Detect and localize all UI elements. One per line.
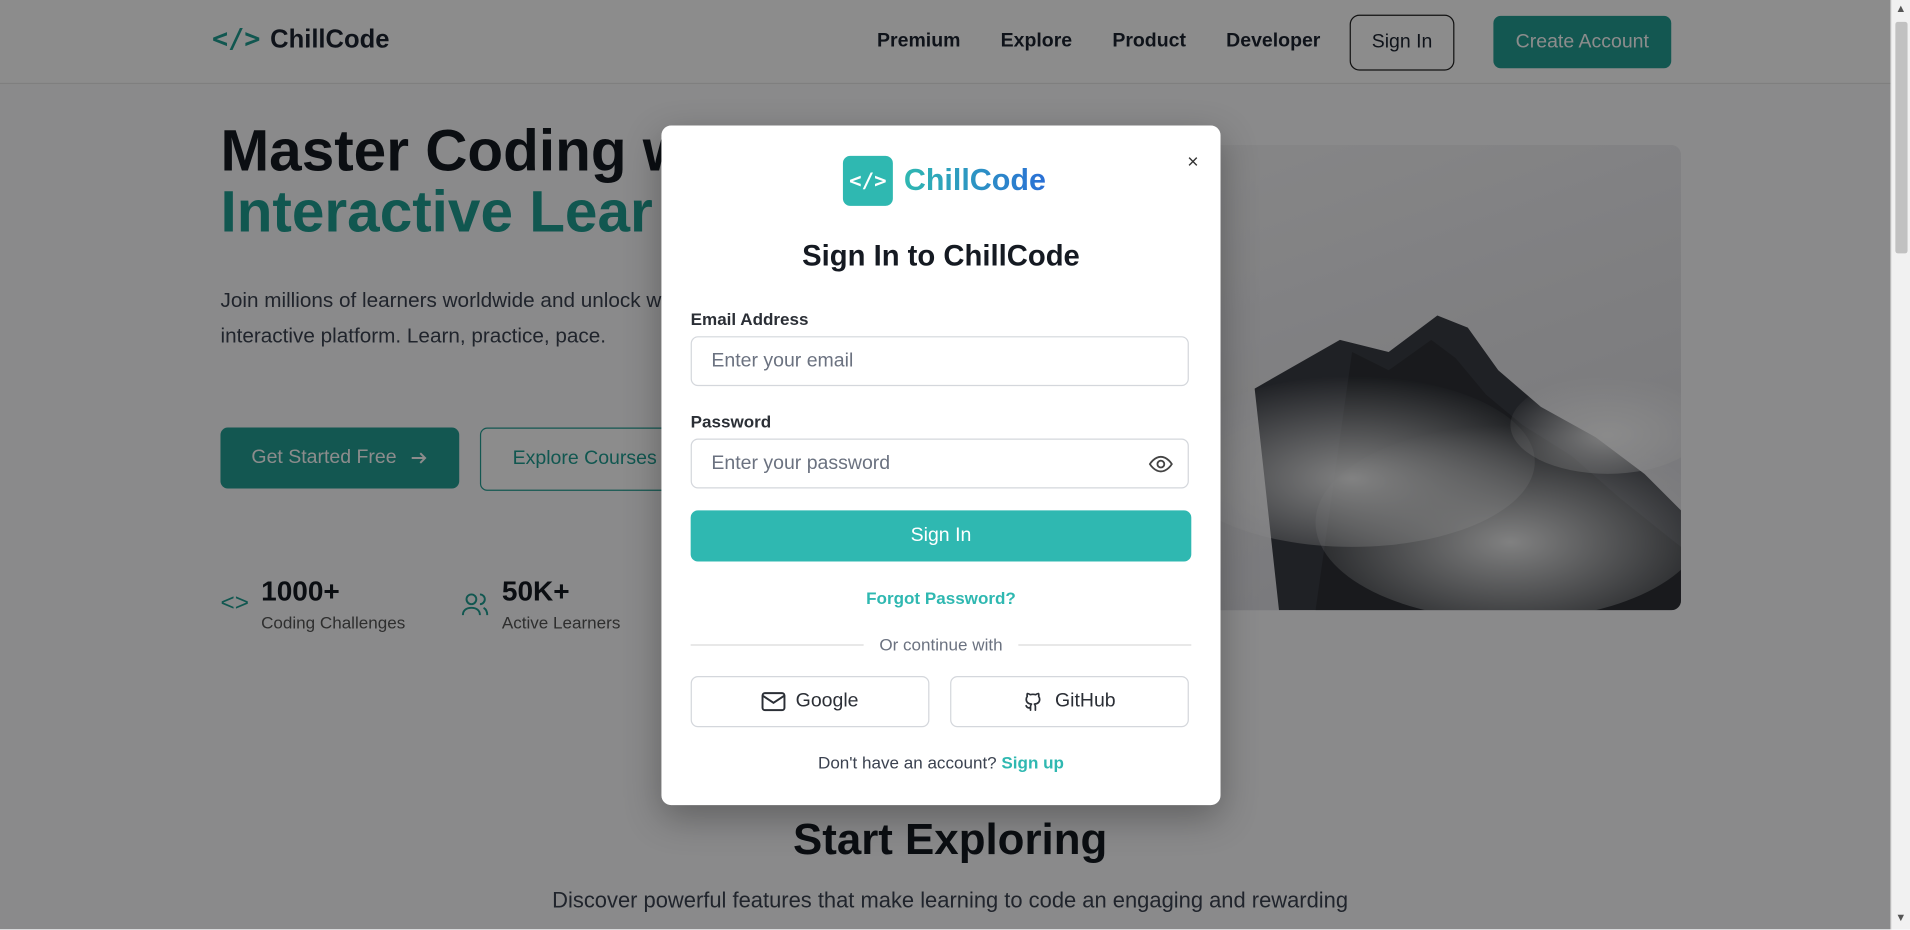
github-icon [1025, 692, 1041, 712]
modal-brand: </> ChillCode [842, 155, 1046, 206]
modal-title: Sign In to ChillCode [802, 239, 1080, 273]
close-icon[interactable]: × [1187, 152, 1198, 174]
divider-text: Or continue with [879, 634, 1003, 655]
password-input[interactable] [690, 438, 1189, 489]
mail-icon [761, 692, 786, 712]
email-input[interactable] [690, 336, 1189, 387]
email-label: Email Address [690, 309, 809, 329]
page-scrollbar[interactable]: ▲ ▼ [1890, 0, 1910, 930]
google-label: Google [795, 690, 859, 712]
forgot-password-link[interactable]: Forgot Password? [661, 588, 1220, 607]
signin-modal: × </> ChillCode Sign In to ChillCode Ema… [661, 125, 1221, 806]
signin-submit-button[interactable]: Sign In [690, 510, 1192, 562]
github-signin-button[interactable]: GitHub [950, 676, 1189, 728]
code-logo-icon: </> [842, 155, 893, 206]
signup-prompt-text: Don't have an account? [818, 752, 997, 773]
scroll-thumb[interactable] [1895, 21, 1908, 254]
signup-link[interactable]: Sign up [1001, 753, 1064, 772]
password-label: Password [690, 411, 772, 432]
github-label: GitHub [1054, 690, 1116, 712]
or-divider: Or continue with [690, 634, 1192, 657]
scroll-up-icon[interactable]: ▲ [1895, 2, 1906, 14]
modal-brand-text: ChillCode [903, 163, 1046, 198]
eye-icon[interactable] [1148, 452, 1173, 476]
signup-prompt: Don't have an account? Sign up [661, 753, 1220, 772]
google-signin-button[interactable]: Google [690, 676, 930, 728]
scroll-down-icon[interactable]: ▼ [1895, 911, 1906, 923]
